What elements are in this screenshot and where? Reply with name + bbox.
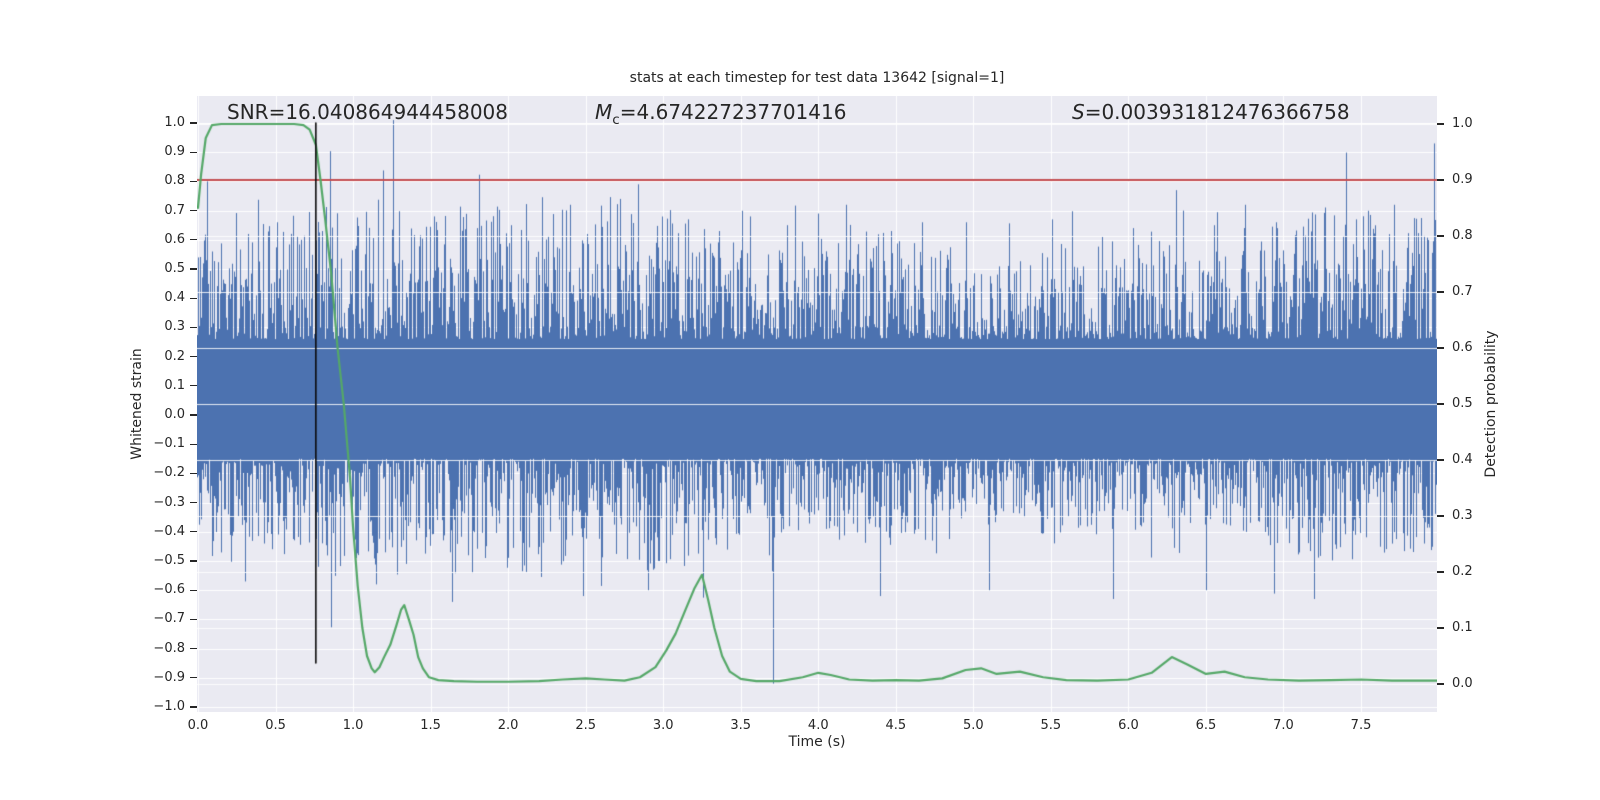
x-tick-label: 1.0 [342, 718, 364, 733]
y-tick-mark-left [190, 502, 197, 504]
x-axis-label: Time (s) [788, 734, 846, 750]
x-tick-label: 7.0 [1273, 718, 1294, 733]
annotation-text: Mc=4.674227237701416 [595, 100, 847, 128]
y-tick-label-left: 0.9 [164, 144, 185, 160]
annotation-text: SNR=16.040864944458008 [227, 100, 508, 124]
x-tick-label: 2.5 [575, 718, 597, 733]
y-tick-label-left: −0.1 [153, 436, 185, 452]
y-tick-mark-right [1437, 627, 1444, 629]
y-tick-label-left: 0.1 [164, 377, 185, 393]
x-tick-label: 5.0 [963, 718, 984, 733]
y-tick-label-left: 0.6 [164, 231, 185, 247]
annotation-text: S=0.003931812476366758 [1072, 100, 1350, 124]
y-tick-mark-left [190, 589, 197, 591]
y-tick-mark-left [190, 239, 197, 241]
y-tick-mark-right [1437, 403, 1444, 405]
x-tick-label: 5.5 [1040, 718, 1062, 733]
y-tick-mark-right [1437, 515, 1444, 517]
y-tick-mark-left [190, 531, 197, 533]
y-tick-label-right: 0.4 [1452, 452, 1473, 467]
y-tick-label-left: 1.0 [164, 115, 185, 130]
y-tick-label-left: −0.5 [153, 553, 185, 568]
y-tick-label-right: 1.0 [1452, 116, 1473, 131]
figure: stats at each timestep for test data 136… [0, 0, 1600, 800]
y-tick-mark-left [190, 648, 197, 650]
y-tick-label-left: −0.9 [153, 669, 185, 685]
y-tick-label-right: 0.8 [1452, 228, 1473, 243]
y-tick-label-left: −0.6 [153, 582, 185, 598]
y-tick-label-right: 0.3 [1452, 508, 1473, 523]
y-tick-mark-left [190, 151, 197, 153]
x-tick-label: 1.5 [420, 718, 441, 733]
y-tick-label-left: 0.8 [164, 173, 185, 189]
x-tick-label: 6.0 [1118, 718, 1139, 733]
x-tick-label: 4.5 [885, 718, 907, 733]
y-tick-label-left: −0.2 [153, 465, 185, 481]
y-tick-label-right: 0.1 [1452, 620, 1473, 635]
y-tick-label-left: −0.8 [153, 640, 185, 656]
y-tick-mark-left [190, 618, 197, 621]
y-tick-label-right: 0.7 [1452, 284, 1473, 299]
y-tick-mark-right [1437, 291, 1444, 293]
plot-area: SNR=16.040864944458008 Mc=4.6742272377014… [197, 96, 1437, 712]
y-tick-mark-right [1437, 179, 1444, 181]
y-tick-label-left: 0.5 [164, 261, 185, 276]
y-tick-mark-left [190, 326, 197, 329]
x-tick-label: 6.5 [1195, 718, 1217, 733]
y-tick-label-left: −1.0 [153, 699, 185, 714]
y-tick-label-right: 0.0 [1452, 676, 1473, 691]
x-tick-label: 0.0 [187, 718, 209, 733]
y-tick-mark-left [190, 297, 197, 299]
y-tick-mark-right [1437, 571, 1444, 573]
y-tick-label-right: 0.5 [1452, 396, 1473, 411]
y-tick-mark-left [190, 443, 197, 445]
x-tick-label: 0.5 [265, 718, 286, 733]
y-tick-label-left: 0.7 [164, 202, 185, 218]
y-tick-mark-right [1437, 683, 1444, 685]
y-tick-mark-left [190, 677, 197, 679]
y-tick-label-left: −0.4 [153, 523, 185, 539]
x-tick-label: 3.0 [652, 718, 674, 733]
y-tick-mark-left [190, 268, 197, 270]
x-tick-label: 4.0 [807, 718, 829, 733]
y-tick-mark-left [190, 472, 197, 475]
y-tick-mark-right [1437, 235, 1444, 237]
y-tick-mark-left [190, 180, 197, 183]
y-tick-mark-right [1437, 459, 1444, 461]
y-tick-mark-left [190, 706, 197, 708]
y-tick-label-right: 0.2 [1452, 564, 1473, 579]
y-tick-label-left: −0.3 [153, 494, 185, 510]
y-tick-mark-left [190, 560, 197, 562]
y-tick-label-left: 0.4 [164, 290, 185, 306]
plot-canvas [197, 96, 1437, 712]
y-tick-mark-left [190, 122, 197, 124]
y-tick-mark-left [190, 210, 197, 212]
y-tick-label-right: 0.9 [1452, 172, 1473, 187]
x-tick-label: 3.5 [730, 718, 752, 733]
y-tick-label-left: 0.0 [164, 407, 185, 422]
y-tick-label-right: 0.6 [1452, 340, 1473, 355]
y-tick-mark-left [190, 385, 197, 387]
x-tick-label: 7.5 [1350, 718, 1372, 733]
y-tick-mark-right [1437, 123, 1444, 125]
y-tick-mark-left [190, 414, 197, 416]
chart-title: stats at each timestep for test data 136… [629, 70, 1005, 86]
x-tick-label: 2.0 [497, 718, 519, 733]
y-tick-label-left: −0.7 [153, 611, 185, 627]
y-tick-mark-left [190, 356, 197, 358]
y-tick-label-left: 0.3 [164, 319, 185, 335]
y-tick-mark-right [1437, 347, 1444, 349]
y-tick-label-left: 0.2 [164, 348, 185, 364]
